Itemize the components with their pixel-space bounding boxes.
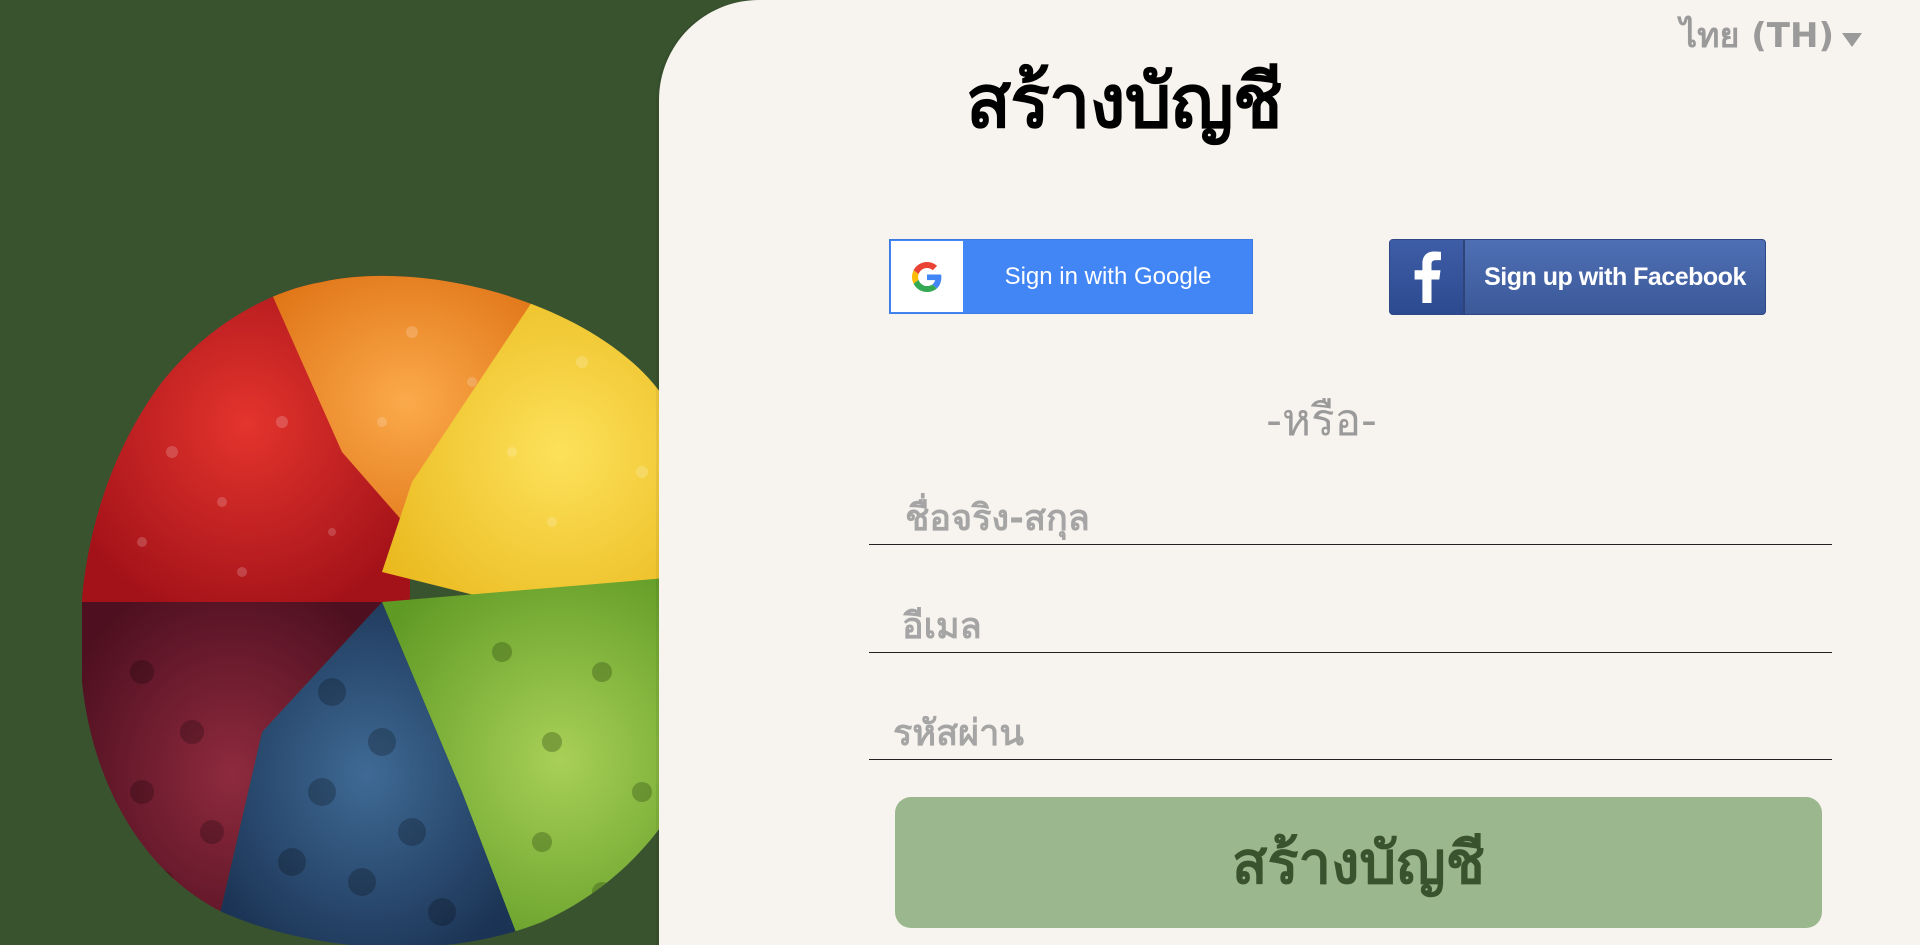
caret-down-icon xyxy=(1842,33,1862,47)
password-input[interactable] xyxy=(869,708,1832,760)
facebook-button-label: Sign up with Facebook xyxy=(1484,262,1746,291)
page-title: สร้างบัญชี xyxy=(966,59,1283,145)
facebook-signup-button[interactable]: Sign up with Facebook xyxy=(1389,239,1766,315)
google-button-label: Sign in with Google xyxy=(1004,262,1212,290)
google-g-icon xyxy=(890,240,964,313)
email-input[interactable] xyxy=(869,601,1832,653)
fruit-bowl-image xyxy=(82,275,724,945)
or-divider: -หรือ- xyxy=(1266,395,1377,446)
facebook-f-icon xyxy=(1390,240,1465,314)
language-selector[interactable]: ไทย (TH) xyxy=(1680,8,1862,62)
full-name-input[interactable] xyxy=(869,493,1832,545)
create-account-button[interactable]: สร้างบัญชี xyxy=(895,797,1822,928)
language-label: ไทย (TH) xyxy=(1680,16,1834,56)
google-signin-button[interactable]: Sign in with Google xyxy=(889,239,1253,314)
signup-panel: ไทย (TH) สร้างบัญชี Sign in with Google … xyxy=(659,0,1920,945)
left-panel xyxy=(0,0,724,945)
